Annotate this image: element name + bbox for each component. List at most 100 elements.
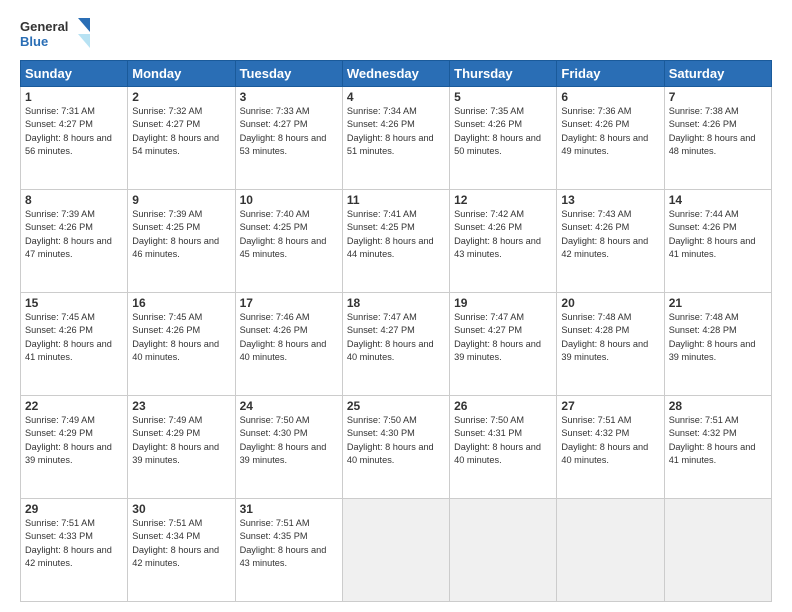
calendar-cell: 28Sunrise: 7:51 AMSunset: 4:32 PMDayligh… <box>664 396 771 499</box>
day-number: 25 <box>347 399 445 413</box>
weekday-header: Friday <box>557 61 664 87</box>
day-number: 12 <box>454 193 552 207</box>
calendar-cell <box>557 499 664 602</box>
calendar-week-row: 29Sunrise: 7:51 AMSunset: 4:33 PMDayligh… <box>21 499 772 602</box>
day-number: 20 <box>561 296 659 310</box>
day-number: 18 <box>347 296 445 310</box>
day-info: Sunrise: 7:40 AMSunset: 4:25 PMDaylight:… <box>240 208 338 261</box>
calendar-cell <box>342 499 449 602</box>
day-info: Sunrise: 7:51 AMSunset: 4:34 PMDaylight:… <box>132 517 230 570</box>
day-info: Sunrise: 7:31 AMSunset: 4:27 PMDaylight:… <box>25 105 123 158</box>
calendar-cell: 7Sunrise: 7:38 AMSunset: 4:26 PMDaylight… <box>664 87 771 190</box>
day-info: Sunrise: 7:50 AMSunset: 4:30 PMDaylight:… <box>240 414 338 467</box>
day-info: Sunrise: 7:48 AMSunset: 4:28 PMDaylight:… <box>669 311 767 364</box>
calendar-cell: 18Sunrise: 7:47 AMSunset: 4:27 PMDayligh… <box>342 293 449 396</box>
calendar-cell: 4Sunrise: 7:34 AMSunset: 4:26 PMDaylight… <box>342 87 449 190</box>
day-number: 5 <box>454 90 552 104</box>
day-number: 23 <box>132 399 230 413</box>
day-info: Sunrise: 7:41 AMSunset: 4:25 PMDaylight:… <box>347 208 445 261</box>
day-info: Sunrise: 7:51 AMSunset: 4:32 PMDaylight:… <box>561 414 659 467</box>
day-number: 24 <box>240 399 338 413</box>
day-number: 26 <box>454 399 552 413</box>
calendar-cell: 30Sunrise: 7:51 AMSunset: 4:34 PMDayligh… <box>128 499 235 602</box>
calendar-cell: 10Sunrise: 7:40 AMSunset: 4:25 PMDayligh… <box>235 190 342 293</box>
day-number: 4 <box>347 90 445 104</box>
calendar-cell: 14Sunrise: 7:44 AMSunset: 4:26 PMDayligh… <box>664 190 771 293</box>
day-number: 9 <box>132 193 230 207</box>
weekday-header: Monday <box>128 61 235 87</box>
day-number: 15 <box>25 296 123 310</box>
day-info: Sunrise: 7:48 AMSunset: 4:28 PMDaylight:… <box>561 311 659 364</box>
day-info: Sunrise: 7:50 AMSunset: 4:30 PMDaylight:… <box>347 414 445 467</box>
calendar-cell: 13Sunrise: 7:43 AMSunset: 4:26 PMDayligh… <box>557 190 664 293</box>
weekday-header: Thursday <box>450 61 557 87</box>
day-info: Sunrise: 7:35 AMSunset: 4:26 PMDaylight:… <box>454 105 552 158</box>
calendar-cell <box>664 499 771 602</box>
calendar-cell: 5Sunrise: 7:35 AMSunset: 4:26 PMDaylight… <box>450 87 557 190</box>
day-info: Sunrise: 7:44 AMSunset: 4:26 PMDaylight:… <box>669 208 767 261</box>
weekday-header: Tuesday <box>235 61 342 87</box>
calendar-table: SundayMondayTuesdayWednesdayThursdayFrid… <box>20 60 772 602</box>
day-info: Sunrise: 7:51 AMSunset: 4:33 PMDaylight:… <box>25 517 123 570</box>
calendar-cell: 27Sunrise: 7:51 AMSunset: 4:32 PMDayligh… <box>557 396 664 499</box>
calendar-week-row: 1Sunrise: 7:31 AMSunset: 4:27 PMDaylight… <box>21 87 772 190</box>
svg-text:Blue: Blue <box>20 34 48 49</box>
day-number: 17 <box>240 296 338 310</box>
calendar-cell: 2Sunrise: 7:32 AMSunset: 4:27 PMDaylight… <box>128 87 235 190</box>
day-info: Sunrise: 7:43 AMSunset: 4:26 PMDaylight:… <box>561 208 659 261</box>
calendar-cell: 31Sunrise: 7:51 AMSunset: 4:35 PMDayligh… <box>235 499 342 602</box>
header: General Blue <box>20 16 772 52</box>
day-number: 3 <box>240 90 338 104</box>
calendar-cell: 9Sunrise: 7:39 AMSunset: 4:25 PMDaylight… <box>128 190 235 293</box>
day-info: Sunrise: 7:39 AMSunset: 4:25 PMDaylight:… <box>132 208 230 261</box>
calendar-cell: 29Sunrise: 7:51 AMSunset: 4:33 PMDayligh… <box>21 499 128 602</box>
calendar-cell: 1Sunrise: 7:31 AMSunset: 4:27 PMDaylight… <box>21 87 128 190</box>
calendar-cell: 12Sunrise: 7:42 AMSunset: 4:26 PMDayligh… <box>450 190 557 293</box>
day-number: 28 <box>669 399 767 413</box>
day-info: Sunrise: 7:36 AMSunset: 4:26 PMDaylight:… <box>561 105 659 158</box>
calendar-cell: 11Sunrise: 7:41 AMSunset: 4:25 PMDayligh… <box>342 190 449 293</box>
weekday-header: Wednesday <box>342 61 449 87</box>
calendar-cell: 21Sunrise: 7:48 AMSunset: 4:28 PMDayligh… <box>664 293 771 396</box>
day-number: 27 <box>561 399 659 413</box>
calendar-cell: 8Sunrise: 7:39 AMSunset: 4:26 PMDaylight… <box>21 190 128 293</box>
day-info: Sunrise: 7:32 AMSunset: 4:27 PMDaylight:… <box>132 105 230 158</box>
logo-svg: General Blue <box>20 16 92 52</box>
day-info: Sunrise: 7:45 AMSunset: 4:26 PMDaylight:… <box>132 311 230 364</box>
day-number: 16 <box>132 296 230 310</box>
calendar-cell: 23Sunrise: 7:49 AMSunset: 4:29 PMDayligh… <box>128 396 235 499</box>
calendar-cell: 6Sunrise: 7:36 AMSunset: 4:26 PMDaylight… <box>557 87 664 190</box>
day-number: 13 <box>561 193 659 207</box>
calendar-week-row: 15Sunrise: 7:45 AMSunset: 4:26 PMDayligh… <box>21 293 772 396</box>
calendar-cell: 16Sunrise: 7:45 AMSunset: 4:26 PMDayligh… <box>128 293 235 396</box>
day-info: Sunrise: 7:45 AMSunset: 4:26 PMDaylight:… <box>25 311 123 364</box>
day-number: 29 <box>25 502 123 516</box>
day-number: 1 <box>25 90 123 104</box>
logo: General Blue <box>20 16 92 52</box>
day-info: Sunrise: 7:49 AMSunset: 4:29 PMDaylight:… <box>25 414 123 467</box>
day-number: 7 <box>669 90 767 104</box>
day-info: Sunrise: 7:34 AMSunset: 4:26 PMDaylight:… <box>347 105 445 158</box>
weekday-header: Sunday <box>21 61 128 87</box>
day-number: 21 <box>669 296 767 310</box>
day-info: Sunrise: 7:38 AMSunset: 4:26 PMDaylight:… <box>669 105 767 158</box>
day-info: Sunrise: 7:42 AMSunset: 4:26 PMDaylight:… <box>454 208 552 261</box>
day-info: Sunrise: 7:49 AMSunset: 4:29 PMDaylight:… <box>132 414 230 467</box>
day-number: 30 <box>132 502 230 516</box>
day-info: Sunrise: 7:50 AMSunset: 4:31 PMDaylight:… <box>454 414 552 467</box>
day-info: Sunrise: 7:33 AMSunset: 4:27 PMDaylight:… <box>240 105 338 158</box>
weekday-header: Saturday <box>664 61 771 87</box>
calendar-cell: 17Sunrise: 7:46 AMSunset: 4:26 PMDayligh… <box>235 293 342 396</box>
page: General Blue SundayMondayTuesdayWednesda… <box>0 0 792 612</box>
day-info: Sunrise: 7:51 AMSunset: 4:35 PMDaylight:… <box>240 517 338 570</box>
weekday-header-row: SundayMondayTuesdayWednesdayThursdayFrid… <box>21 61 772 87</box>
calendar-cell: 20Sunrise: 7:48 AMSunset: 4:28 PMDayligh… <box>557 293 664 396</box>
day-number: 6 <box>561 90 659 104</box>
day-number: 19 <box>454 296 552 310</box>
calendar-cell: 24Sunrise: 7:50 AMSunset: 4:30 PMDayligh… <box>235 396 342 499</box>
day-number: 14 <box>669 193 767 207</box>
calendar-cell: 26Sunrise: 7:50 AMSunset: 4:31 PMDayligh… <box>450 396 557 499</box>
day-info: Sunrise: 7:47 AMSunset: 4:27 PMDaylight:… <box>454 311 552 364</box>
day-number: 11 <box>347 193 445 207</box>
day-info: Sunrise: 7:51 AMSunset: 4:32 PMDaylight:… <box>669 414 767 467</box>
